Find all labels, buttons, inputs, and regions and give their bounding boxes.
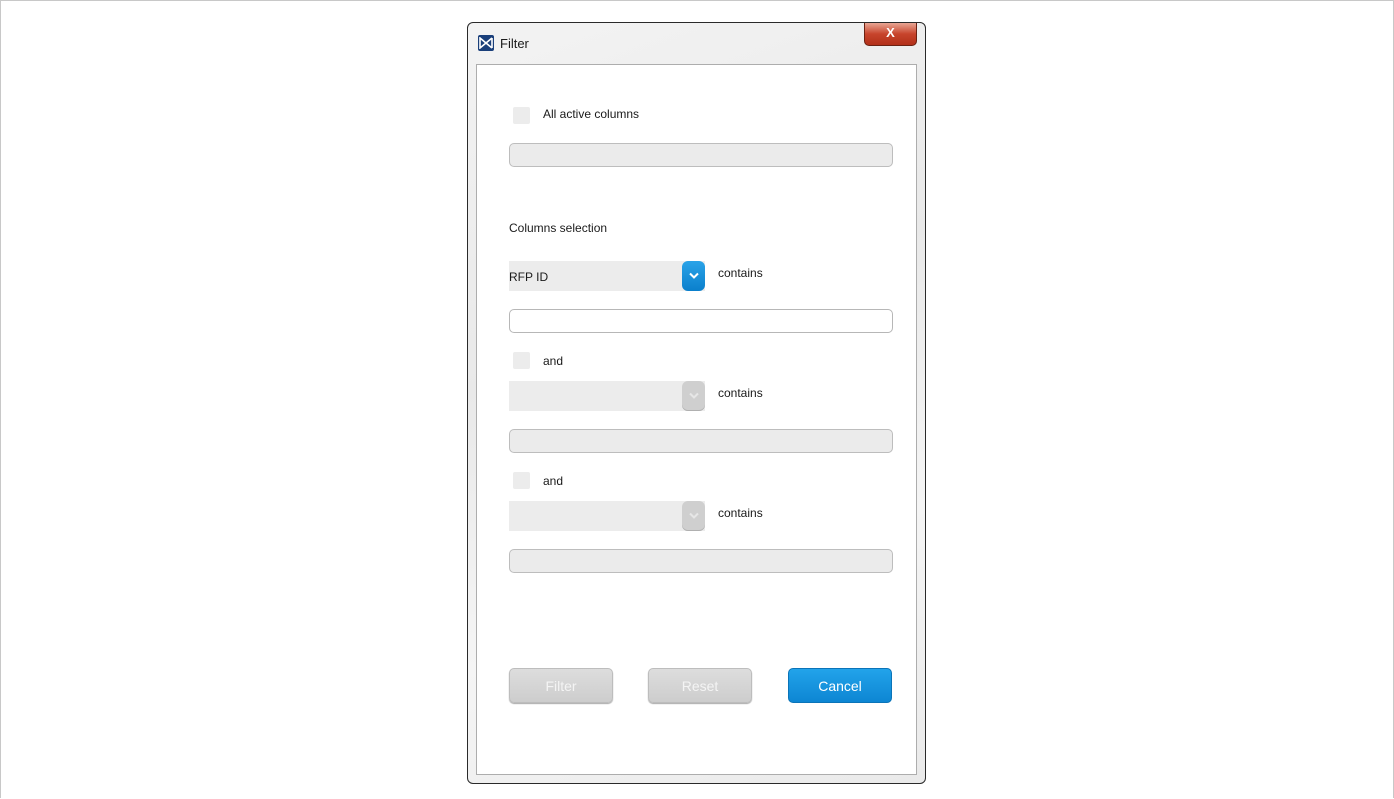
dialog-content: All active columns Columns selection RFP…: [476, 64, 917, 775]
operator-label-1: contains: [718, 266, 763, 280]
column-select-2[interactable]: [509, 381, 705, 411]
column-select-1-value: RFP ID: [509, 270, 549, 284]
chevron-down-icon[interactable]: [682, 501, 705, 531]
close-icon: X: [886, 25, 895, 40]
filter-button[interactable]: Filter: [509, 668, 613, 703]
chevron-down-icon[interactable]: [682, 381, 705, 411]
columns-selection-heading: Columns selection: [509, 221, 608, 235]
reset-button[interactable]: Reset: [648, 668, 752, 703]
filter-value-input-3[interactable]: [509, 549, 893, 573]
all-active-columns-checkbox[interactable]: [513, 107, 530, 124]
operator-label-2: contains: [718, 386, 763, 400]
cancel-button[interactable]: Cancel: [788, 668, 892, 703]
operator-label-3: contains: [718, 506, 763, 520]
and-checkbox-2[interactable]: [513, 352, 530, 369]
window-title: Filter: [500, 36, 529, 51]
and-label-3: and: [543, 474, 564, 488]
filter-value-input-2[interactable]: [509, 429, 893, 453]
and-checkbox-3[interactable]: [513, 472, 530, 489]
all-active-columns-input[interactable]: [509, 143, 893, 167]
column-select-3[interactable]: [509, 501, 705, 531]
filter-dialog: Filter X All active columns Columns sele…: [467, 22, 926, 784]
title-bar: Filter X: [468, 23, 925, 63]
filter-value-input-1[interactable]: [509, 309, 893, 333]
chevron-down-icon[interactable]: [682, 261, 705, 291]
and-label-2: and: [543, 354, 564, 368]
all-active-columns-label: All active columns: [543, 107, 640, 121]
close-button[interactable]: X: [864, 23, 917, 46]
app-logo-icon: [478, 35, 494, 51]
column-select-1[interactable]: RFP ID: [509, 261, 705, 291]
